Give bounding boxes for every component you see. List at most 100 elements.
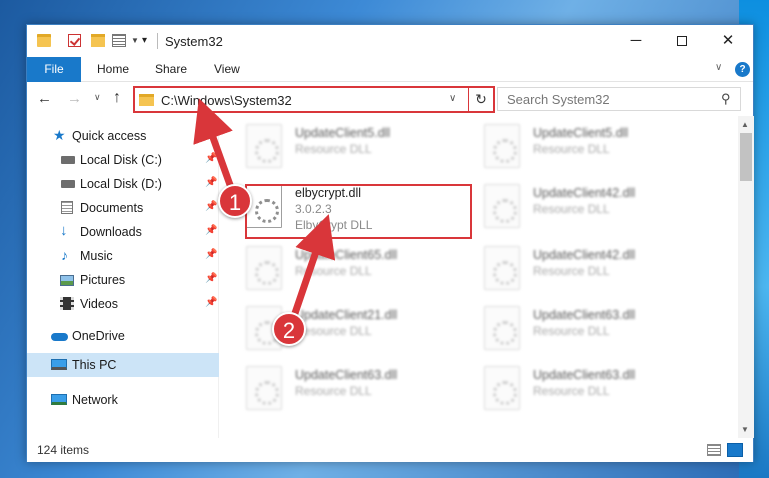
file-tile[interactable]: UpdateClient63.dll Resource DLL — [220, 362, 448, 414]
drive-icon — [61, 156, 75, 164]
expand-ribbon-icon[interactable]: ∨ — [715, 62, 722, 73]
file-name: UpdateClient63.dll — [533, 368, 636, 382]
file-name: UpdateClient21.dll — [295, 308, 398, 322]
minimize-button[interactable]: ─ — [613, 25, 659, 57]
dll-file-icon — [246, 246, 282, 290]
sidebar-item-downloads[interactable]: ↓ Downloads 📌 — [27, 220, 219, 244]
file-highlight-box — [245, 184, 472, 239]
dll-file-icon — [246, 124, 282, 168]
sidebar-item-documents[interactable]: Documents 📌 — [27, 196, 219, 220]
address-path[interactable]: C:\Windows\System32 — [161, 93, 292, 108]
dll-file-icon — [484, 306, 520, 350]
refresh-icon[interactable]: ↻ — [468, 86, 495, 113]
file-name: UpdateClient5.dll — [295, 126, 391, 140]
sidebar-item-label: Quick access — [72, 129, 147, 143]
pin-icon[interactable]: 📌 — [205, 177, 217, 188]
file-tile[interactable]: UpdateClient5.dll Resource DLL — [458, 120, 686, 172]
sidebar-item-this-pc[interactable]: This PC — [27, 353, 219, 377]
star-icon: ★ — [53, 127, 66, 143]
pin-icon[interactable]: 📌 — [205, 201, 217, 212]
file-name: UpdateClient5.dll — [533, 126, 629, 140]
file-name: UpdateClient63.dll — [295, 368, 398, 382]
tiles-view-icon[interactable] — [727, 443, 743, 457]
address-dropdown-icon[interactable]: ∨ — [449, 93, 456, 104]
file-tile[interactable]: UpdateClient65.dll Resource DLL — [220, 242, 448, 294]
forward-arrow-icon[interactable]: → — [67, 90, 82, 107]
scroll-up-icon[interactable]: ▲ — [741, 120, 749, 129]
sidebar-item-label: Music — [80, 249, 113, 263]
file-description: Resource DLL — [295, 384, 372, 398]
tab-home[interactable]: Home — [97, 57, 129, 82]
pin-icon[interactable]: 📌 — [205, 153, 217, 164]
file-description: Resource DLL — [295, 324, 372, 338]
sidebar-item-label: Videos — [80, 297, 118, 311]
sidebar-item-local-disk-c[interactable]: Local Disk (C:) 📌 — [27, 148, 219, 172]
sidebar-item-label: Network — [72, 393, 118, 407]
customize-toolbar-icon[interactable]: ▾ — [142, 35, 147, 46]
file-description: Resource DLL — [533, 264, 610, 278]
file-name: UpdateClient65.dll — [295, 248, 398, 262]
sidebar-item-videos[interactable]: Videos 📌 — [27, 292, 219, 316]
sidebar-item-label: OneDrive — [72, 329, 125, 343]
downloads-icon: ↓ — [60, 222, 68, 239]
navigation-pane: ★ Quick access Local Disk (C:) 📌 Local D… — [27, 116, 219, 438]
documents-icon — [61, 201, 73, 214]
sidebar-item-label: Downloads — [80, 225, 142, 239]
properties-list-icon[interactable] — [112, 34, 126, 47]
search-icon[interactable]: ⚲ — [721, 91, 731, 107]
tab-share[interactable]: Share — [155, 57, 187, 82]
search-placeholder: Search System32 — [507, 92, 610, 107]
sidebar-item-network[interactable]: Network — [27, 388, 219, 412]
file-name: UpdateClient42.dll — [533, 248, 636, 262]
tab-file[interactable]: File — [27, 57, 81, 82]
recent-locations-icon[interactable]: ∨ — [94, 92, 101, 103]
new-folder-icon[interactable] — [91, 34, 105, 47]
pin-icon[interactable]: 📌 — [205, 225, 217, 236]
search-input[interactable]: Search System32 ⚲ — [497, 87, 741, 111]
properties-check-icon[interactable] — [68, 34, 81, 47]
up-arrow-icon[interactable]: ↑ — [113, 89, 121, 107]
back-arrow-icon[interactable]: ← — [37, 90, 52, 107]
vertical-scrollbar[interactable]: ▲ ▼ — [738, 116, 754, 438]
status-bar: 124 items — [27, 438, 753, 462]
file-name: UpdateClient42.dll — [533, 186, 636, 200]
scroll-down-icon[interactable]: ▼ — [741, 425, 749, 434]
chevron-down-icon[interactable]: ▼ — [131, 36, 139, 45]
file-description: Resource DLL — [295, 264, 372, 278]
file-tile[interactable]: UpdateClient5.dll Resource DLL — [220, 120, 448, 172]
file-tile[interactable]: UpdateClient42.dll Resource DLL — [458, 180, 686, 232]
pin-icon[interactable]: 📌 — [205, 249, 217, 260]
sidebar-item-local-disk-d[interactable]: Local Disk (D:) 📌 — [27, 172, 219, 196]
folder-icon — [37, 34, 51, 47]
dll-file-icon — [484, 184, 520, 228]
sidebar-item-quick-access[interactable]: ★ Quick access — [27, 124, 219, 148]
sidebar-item-music[interactable]: ♪ Music 📌 — [27, 244, 219, 268]
tab-view[interactable]: View — [214, 57, 240, 82]
folder-icon — [139, 94, 154, 106]
file-tile[interactable]: UpdateClient63.dll Resource DLL — [458, 302, 686, 354]
file-tile[interactable]: UpdateClient21.dll Resource DLL — [220, 302, 448, 354]
scrollbar-thumb[interactable] — [740, 133, 752, 181]
dll-file-icon — [484, 124, 520, 168]
sidebar-item-onedrive[interactable]: OneDrive — [27, 324, 219, 348]
navigation-bar: ← → ∨ ↑ C:\Windows\System32 ∨ ↻ Search S… — [27, 82, 753, 116]
step-badge-2: 2 — [272, 312, 306, 346]
file-tile[interactable]: UpdateClient63.dll Resource DLL — [458, 362, 686, 414]
pin-icon[interactable]: 📌 — [205, 297, 217, 308]
file-description: Resource DLL — [295, 142, 372, 156]
explorer-window: ▼ ▾ System32 ─ ✕ File Home Share View ∨ … — [26, 24, 754, 462]
network-icon — [51, 394, 67, 405]
videos-icon — [60, 297, 74, 310]
pin-icon[interactable]: 📌 — [205, 273, 217, 284]
maximize-button[interactable] — [659, 25, 705, 57]
step-badge-1: 1 — [218, 184, 252, 218]
file-tile[interactable]: UpdateClient42.dll Resource DLL — [458, 242, 686, 294]
close-button[interactable]: ✕ — [705, 25, 751, 57]
sidebar-item-pictures[interactable]: Pictures 📌 — [27, 268, 219, 292]
dll-file-icon — [484, 366, 520, 410]
details-view-icon[interactable] — [707, 444, 721, 456]
address-bar[interactable]: C:\Windows\System32 ∨ ↻ — [133, 86, 495, 113]
cloud-icon — [51, 333, 68, 341]
ribbon-tabs: File Home Share View ∨ ? — [27, 57, 753, 82]
help-icon[interactable]: ? — [735, 62, 750, 77]
